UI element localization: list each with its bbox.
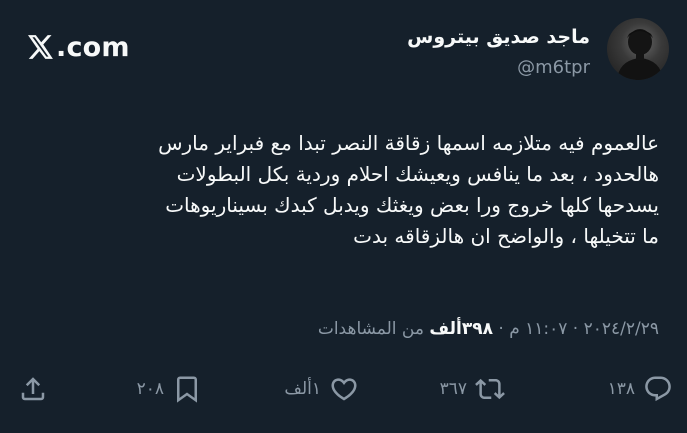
- x-logo-icon: [28, 35, 53, 59]
- share-button[interactable]: [18, 372, 48, 406]
- like-count: ١ألف: [284, 379, 321, 399]
- tweet-date[interactable]: ٢٠٢٤/٢/٢٩: [584, 319, 659, 339]
- tweet-text: عالعموم فيه متلازمه اسمها زقاقة النصر تب…: [19, 128, 659, 252]
- x-logo-label: .com: [56, 31, 130, 63]
- retweet-button[interactable]: ٣٦٧: [440, 372, 505, 406]
- views-label: من المشاهدات: [317, 319, 430, 339]
- bookmark-button[interactable]: ٢٠٨: [137, 372, 202, 406]
- tweet-line: ما تتخيلها ، والواضح ان هالزقاقه بدت: [353, 224, 659, 248]
- heart-icon: [331, 378, 357, 401]
- meta-separator: ·: [492, 319, 510, 339]
- retweet-count: ٣٦٧: [439, 379, 467, 399]
- reply-button[interactable]: ١٣٨: [608, 372, 673, 406]
- like-button[interactable]: ١ألف: [284, 372, 359, 406]
- share-icon: [21, 377, 45, 401]
- action-bar: ١٣٨ ٣٦٧ ١ألف ٢٠٨: [0, 372, 687, 406]
- avatar[interactable]: [607, 18, 669, 80]
- bookmark-count: ٢٠٨: [136, 379, 164, 399]
- tweet-time[interactable]: ١١:٠٧ م: [509, 319, 567, 339]
- views-count: ٣٩٨ألف: [429, 319, 493, 339]
- user-handle[interactable]: @m6tpr: [517, 57, 590, 78]
- avatar-silhouette-icon: [617, 29, 663, 80]
- tweet-card: .com ماجد صديق بيتروس @m6tpr عالعموم فيه…: [0, 0, 687, 433]
- tweet-line: هالحدود ، بعد ما ينافس ويعيشك احلام وردي…: [176, 162, 659, 186]
- reply-count: ١٣٨: [607, 379, 635, 399]
- tweet-meta: ٢٠٢٤/٢/٢٩ · ١١:٠٧ م · ٣٩٨ألف من المشاهدا…: [318, 319, 659, 339]
- tweet-line: يسدحها كلها خروج ورا بعض ويغثك ويدبل كبد…: [165, 193, 659, 217]
- tweet-line: عالعموم فيه متلازمه اسمها زقاقة النصر تب…: [158, 131, 659, 155]
- meta-separator: ·: [567, 319, 584, 339]
- bookmark-icon: [177, 376, 197, 403]
- reply-icon: [645, 376, 671, 402]
- x-logo[interactable]: .com: [28, 30, 130, 64]
- retweet-icon: [475, 378, 505, 400]
- display-name[interactable]: ماجد صديق بيتروس: [407, 26, 590, 48]
